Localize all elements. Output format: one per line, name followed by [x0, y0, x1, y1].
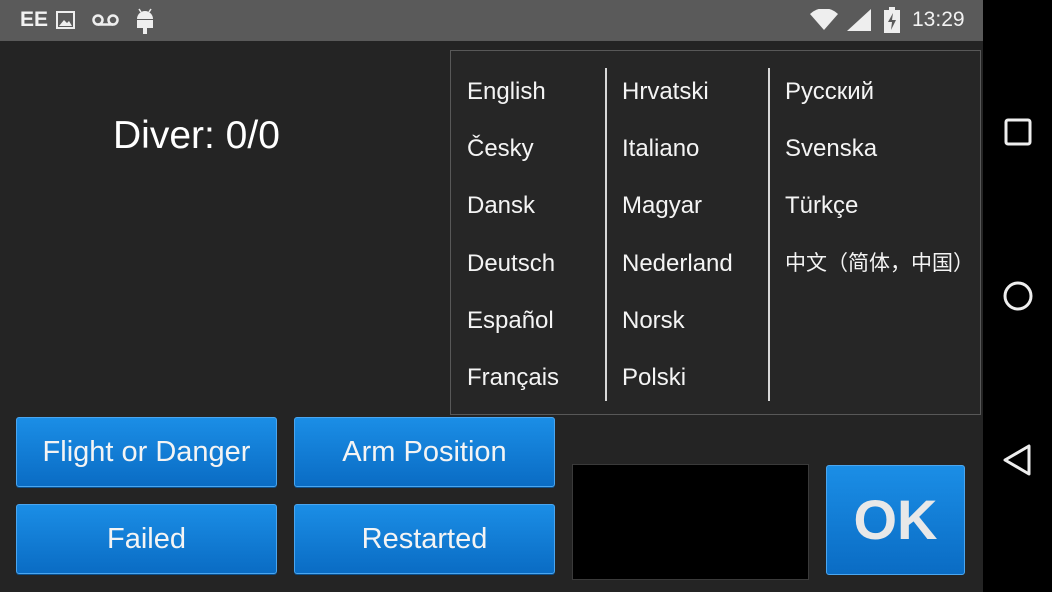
language-item-hungarian[interactable]: Magyar — [622, 180, 733, 237]
restarted-label: Restarted — [361, 523, 488, 555]
language-item-russian[interactable]: Русский — [785, 66, 974, 123]
home-circle-icon[interactable] — [993, 271, 1043, 321]
language-item-turkish[interactable]: Türkçe — [785, 180, 974, 237]
language-column-3: Русский Svenska Türkçe 中文（简体，中国） — [785, 66, 974, 295]
failed-button[interactable]: Failed — [16, 504, 277, 574]
arm-position-label: Arm Position — [342, 436, 507, 468]
status-bar: EE 13:29 — [0, 0, 983, 41]
flight-or-danger-button[interactable]: Flight or Danger — [16, 417, 277, 487]
navigation-bar — [983, 0, 1052, 592]
back-triangle-icon[interactable] — [993, 435, 1043, 485]
language-column-2: Hrvatski Italiano Magyar Nederland Norsk… — [622, 66, 733, 409]
language-item-polish[interactable]: Polski — [622, 352, 733, 409]
language-item-spanish[interactable]: Español — [467, 295, 559, 352]
language-menu: English Česky Dansk Deutsch Español Fran… — [450, 50, 981, 415]
language-item-german[interactable]: Deutsch — [467, 238, 559, 295]
language-item-norwegian[interactable]: Norsk — [622, 295, 733, 352]
recents-square-icon[interactable] — [993, 107, 1043, 157]
image-icon — [56, 11, 75, 34]
voicemail-icon — [92, 13, 119, 32]
language-item-danish[interactable]: Dansk — [467, 180, 559, 237]
signal-icon — [847, 9, 871, 36]
restarted-button[interactable]: Restarted — [294, 504, 555, 574]
language-column-1: English Česky Dansk Deutsch Español Fran… — [467, 66, 559, 409]
language-item-chinese[interactable]: 中文（简体，中国） — [785, 238, 974, 295]
carrier-label: EE — [20, 8, 49, 31]
flight-or-danger-label: Flight or Danger — [42, 436, 251, 468]
wifi-icon — [810, 8, 838, 36]
column-divider — [605, 68, 607, 401]
language-item-czech[interactable]: Česky — [467, 123, 559, 180]
ok-button[interactable]: OK — [826, 465, 965, 575]
language-item-english[interactable]: English — [467, 66, 559, 123]
android-debug-icon — [135, 7, 155, 40]
display-box — [572, 464, 809, 580]
battery-charging-icon — [884, 7, 900, 38]
failed-label: Failed — [107, 523, 186, 555]
arm-position-button[interactable]: Arm Position — [294, 417, 555, 487]
language-item-swedish[interactable]: Svenska — [785, 123, 974, 180]
language-item-french[interactable]: Français — [467, 352, 559, 409]
diver-counter-label: Diver: 0/0 — [113, 114, 280, 157]
language-item-croatian[interactable]: Hrvatski — [622, 66, 733, 123]
language-item-italian[interactable]: Italiano — [622, 123, 733, 180]
clock: 13:29 — [912, 8, 965, 31]
language-item-dutch[interactable]: Nederland — [622, 238, 733, 295]
column-divider — [768, 68, 770, 401]
